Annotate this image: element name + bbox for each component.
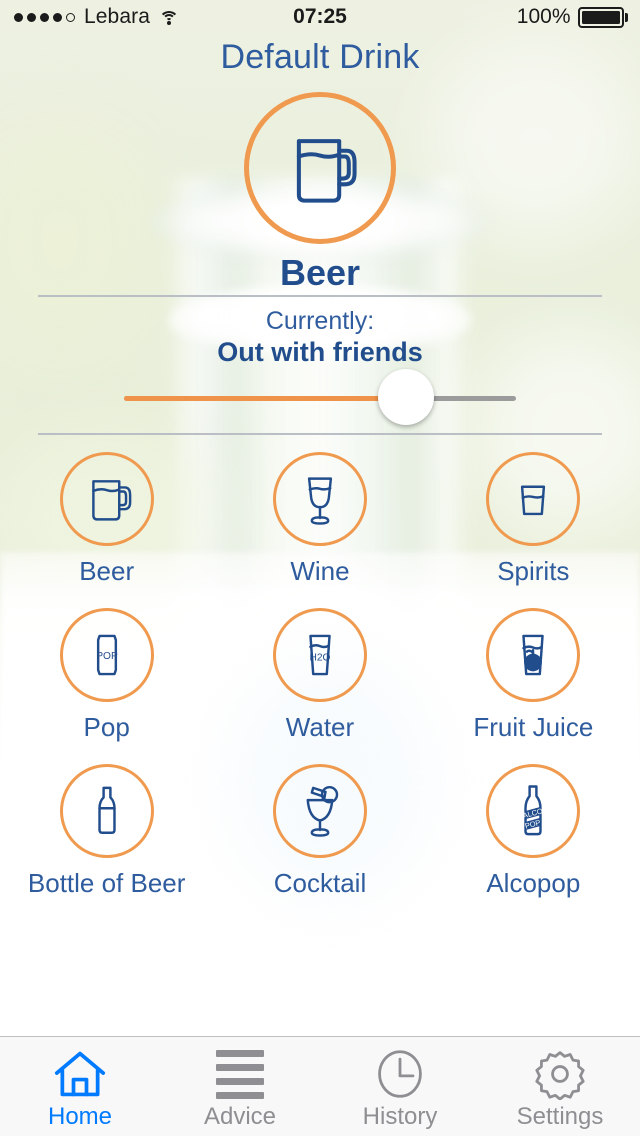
tab-icon-wrapper — [374, 1048, 426, 1100]
divider-top — [38, 295, 602, 297]
tab-label: Advice — [203, 1103, 277, 1130]
drink-option-label: Bottle of Beer — [27, 868, 186, 898]
drink-option-label: Fruit Juice — [473, 712, 594, 742]
drink-icon-circle[interactable] — [486, 608, 581, 702]
tab-advice[interactable]: Advice — [160, 1037, 320, 1136]
tab-icon-wrapper — [52, 1048, 108, 1100]
tab-icon-wrapper — [534, 1048, 586, 1100]
drink-icon-circle[interactable]: ALCO POP — [486, 764, 581, 858]
drink-option-pop[interactable]: POP Pop — [0, 608, 213, 743]
gear-icon — [535, 1051, 585, 1100]
drink-option-spirits[interactable]: Spirits — [427, 452, 640, 587]
drink-option-label: Wine — [290, 556, 350, 586]
svg-text:H2O: H2O — [310, 652, 331, 663]
drink-option-label: Pop — [83, 712, 130, 742]
drink-icon-circle[interactable] — [272, 452, 367, 546]
slider-thumb[interactable] — [378, 369, 435, 425]
drink-option-fruit-juice[interactable]: Fruit Juice — [427, 608, 640, 743]
slider-fill — [124, 396, 407, 401]
beer-mug-icon — [296, 139, 357, 203]
tab-settings[interactable]: Settings — [480, 1037, 640, 1136]
drink-option-label: Beer — [79, 556, 135, 586]
beer-mug-icon — [91, 480, 132, 521]
list-icon — [216, 1049, 264, 1099]
battery-percent-label: 100% — [516, 5, 571, 28]
current-drink-icon[interactable] — [244, 92, 396, 244]
clock-icon — [378, 1050, 422, 1098]
drink-icon-circle[interactable] — [59, 452, 154, 546]
drink-option-cocktail[interactable]: Cocktail — [213, 764, 426, 899]
tab-label: History — [362, 1103, 438, 1130]
currently-label: Currently: — [265, 307, 375, 335]
status-bar: Lebara 07:25 100% — [0, 0, 640, 34]
app-screen: Lebara 07:25 100% Default Drink Beer Cur… — [0, 0, 640, 1136]
drink-icon-circle[interactable] — [272, 764, 367, 858]
tab-label: Home — [47, 1103, 113, 1130]
drink-icon-circle[interactable] — [486, 452, 581, 546]
currently-value: Out with friends — [217, 337, 423, 367]
page-title: Default Drink — [220, 38, 420, 76]
drink-icon-circle[interactable] — [59, 764, 154, 858]
drink-option-alcopop[interactable]: ALCO POP Alcopop — [427, 764, 640, 899]
drink-icon-circle[interactable]: H2O — [272, 608, 367, 702]
drink-option-bottle-of-beer[interactable]: Bottle of Beer — [0, 764, 213, 899]
water-glass-icon: H2O — [309, 634, 331, 676]
tab-icon-wrapper — [216, 1048, 264, 1100]
drink-option-label: Water — [285, 712, 355, 742]
beer-bottle-icon — [97, 786, 116, 834]
tab-history[interactable]: History — [320, 1037, 480, 1136]
drink-icon-circle[interactable]: POP — [59, 608, 154, 702]
juice-glass-icon — [522, 634, 545, 676]
drink-amount-slider[interactable] — [124, 369, 516, 425]
drink-option-wine[interactable]: Wine — [213, 452, 426, 587]
soda-can-icon: POP — [96, 634, 118, 676]
tab-home[interactable]: Home — [0, 1037, 160, 1136]
tab-label: Settings — [516, 1103, 604, 1130]
battery-icon — [577, 6, 628, 28]
current-drink-name: Beer — [279, 252, 361, 293]
tab-bar: Home Advice History Settings — [0, 1036, 640, 1136]
cocktail-glass-icon — [306, 785, 339, 837]
svg-text:POP: POP — [96, 651, 118, 662]
drink-option-label: Spirits — [497, 556, 570, 586]
drink-grid: Beer Wine Spirits POP Pop H2O Water Fruit … — [0, 452, 640, 899]
drink-option-beer[interactable]: Beer — [0, 452, 213, 587]
wine-glass-icon — [307, 477, 333, 525]
drink-option-label: Alcopop — [486, 868, 581, 898]
alcopop-bottle-icon: ALCO POP — [522, 785, 544, 836]
drink-option-label: Cocktail — [273, 868, 367, 898]
home-icon — [54, 1051, 106, 1097]
drink-option-water[interactable]: H2O Water — [213, 608, 426, 743]
tumbler-glass-icon — [521, 485, 546, 516]
divider-bottom — [38, 433, 602, 435]
